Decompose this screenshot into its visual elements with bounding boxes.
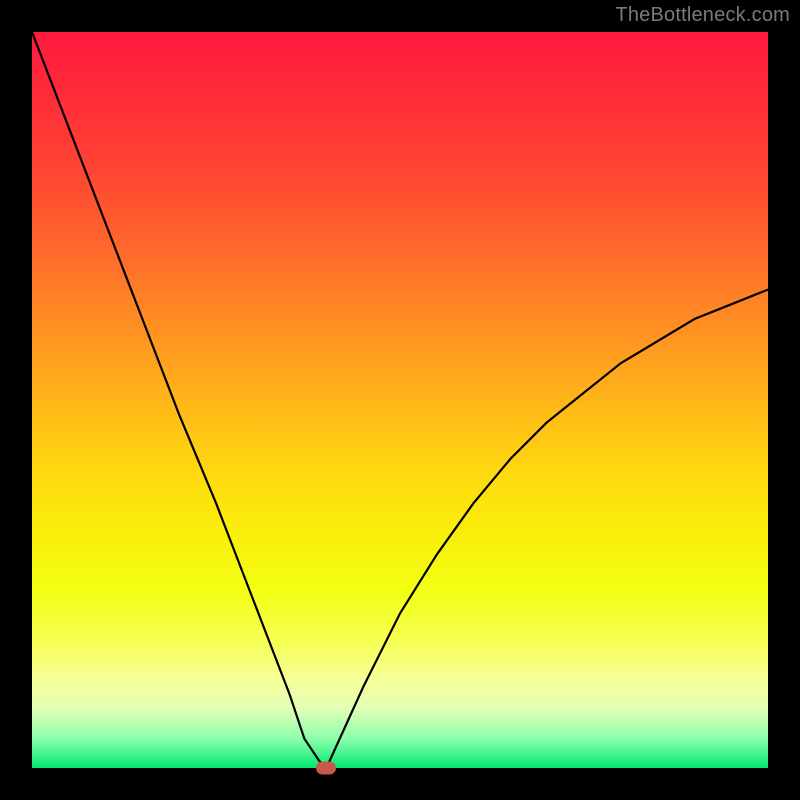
gradient-plot-area xyxy=(32,32,768,768)
chart-frame: TheBottleneck.com xyxy=(0,0,800,800)
watermark-label: TheBottleneck.com xyxy=(615,4,790,27)
optimal-point-marker xyxy=(316,762,336,775)
